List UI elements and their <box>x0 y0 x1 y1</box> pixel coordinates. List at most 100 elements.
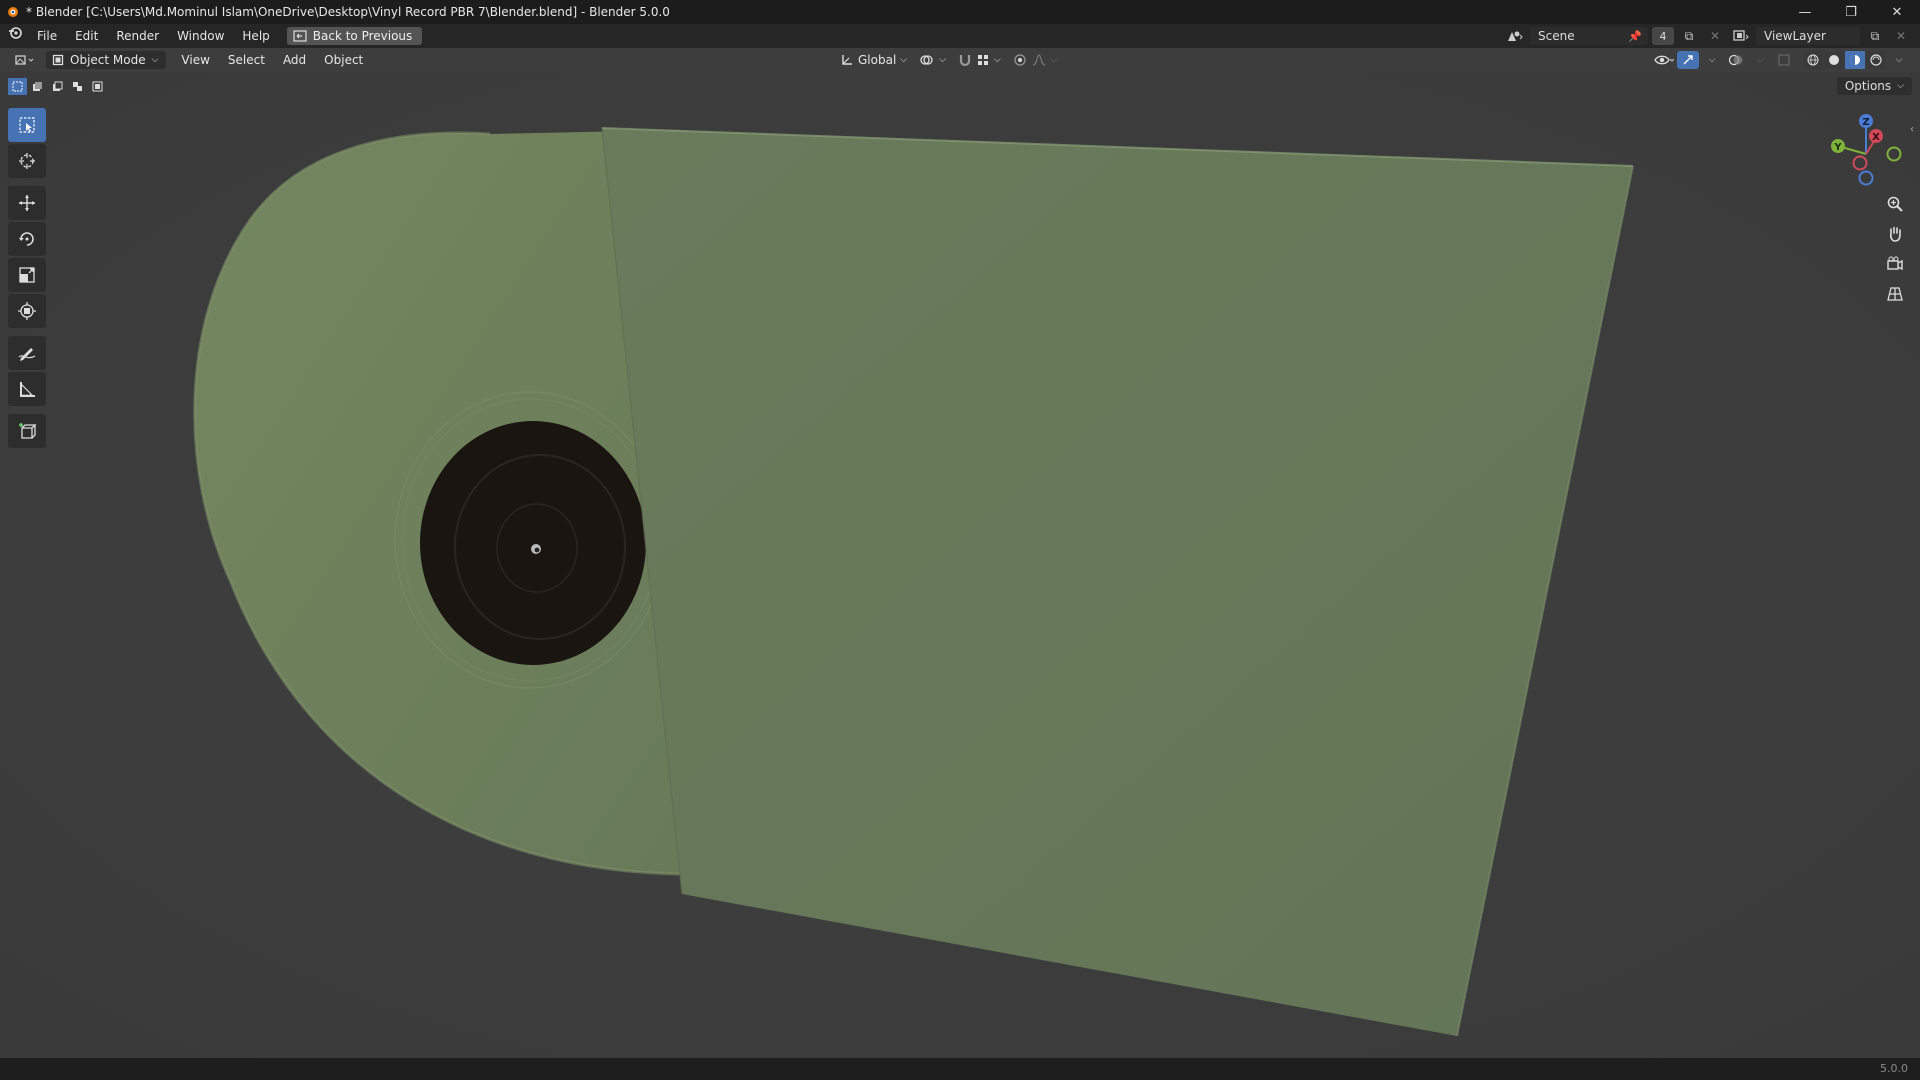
select-new-icon[interactable] <box>8 78 27 95</box>
x-axis-label: X <box>1872 132 1880 143</box>
navigation-gizmo[interactable]: Z Y X <box>1820 110 1912 190</box>
menu-window[interactable]: Window <box>168 24 233 48</box>
magnet-icon <box>959 55 971 67</box>
options-label: Options <box>1844 79 1892 93</box>
visibility-eye-icon[interactable] <box>1653 51 1675 69</box>
close-icon[interactable]: ✕ <box>1874 0 1920 24</box>
pivot-point-dropdown[interactable]: ⌵ <box>915 51 950 69</box>
select-invert-icon[interactable] <box>68 78 87 95</box>
restore-icon[interactable]: ❐ <box>1828 0 1874 24</box>
transform-controls: Global ⌵ ⌵ ⌵ ⌵ <box>836 48 1062 72</box>
chevron-down-icon: ⌵ <box>993 55 1001 65</box>
object-mode-icon <box>52 54 64 66</box>
rendered-shading-icon[interactable] <box>1866 51 1886 69</box>
chevron-down-icon[interactable]: ⌵ <box>1888 51 1910 69</box>
chevron-down-icon[interactable]: ⌵ <box>1701 51 1723 69</box>
y-axis-label: Y <box>1833 142 1842 153</box>
blender-logo-icon <box>4 4 20 20</box>
xray-toggle-icon[interactable] <box>1773 51 1795 69</box>
shading-mode-group <box>1803 51 1886 69</box>
viewport-display-controls: ⌵ ⌵ ⌵ <box>1653 48 1910 72</box>
menu-edit[interactable]: Edit <box>66 24 107 48</box>
options-dropdown[interactable]: Options ⌵ <box>1836 77 1912 95</box>
chevron-left-icon[interactable]: ‹ <box>1910 124 1914 135</box>
menu-render[interactable]: Render <box>107 24 168 48</box>
rotate-tool-icon[interactable] <box>8 222 46 256</box>
scene-field[interactable]: Scene 📌 <box>1530 27 1648 45</box>
pivot-icon <box>920 55 933 65</box>
chevron-down-icon: ⌵ <box>900 55 908 65</box>
gizmo-toggle-icon[interactable] <box>1677 51 1699 69</box>
neg-x-axis-handle <box>1852 155 1868 171</box>
pan-hand-icon[interactable] <box>1882 222 1908 246</box>
select-box-tool-icon[interactable] <box>8 108 46 142</box>
delete-scene-icon[interactable]: ✕ <box>1704 27 1726 45</box>
mode-label: Object Mode <box>70 53 146 67</box>
menu-file[interactable]: File <box>28 24 66 48</box>
viewport-menu-view[interactable]: View <box>172 53 218 67</box>
perspective-toggle-icon[interactable] <box>1882 282 1908 306</box>
scene-users-count: 4 <box>1652 27 1674 45</box>
chevron-down-icon: ⌵ <box>939 55 946 65</box>
wireframe-shading-icon[interactable] <box>1803 51 1823 69</box>
falloff-curve-icon <box>1032 54 1045 66</box>
back-to-previous-button[interactable]: Back to Previous <box>286 27 423 45</box>
chevron-down-icon[interactable]: ⌵ <box>1749 51 1771 69</box>
scene-selector-icon[interactable] <box>1504 27 1526 45</box>
new-scene-icon[interactable]: ⧉ <box>1678 27 1700 45</box>
zoom-icon[interactable] <box>1882 192 1908 216</box>
status-bar: 5.0.0 <box>0 1058 1920 1080</box>
window-title: * Blender [C:\Users\Md.Mominul Islam\One… <box>26 5 670 19</box>
record-sleeve[interactable] <box>601 127 1634 1037</box>
select-extend-icon[interactable] <box>28 78 47 95</box>
annotate-tool-icon[interactable] <box>8 336 46 370</box>
scale-tool-icon[interactable] <box>8 258 46 292</box>
tool-shelf <box>8 108 46 450</box>
transform-tool-icon[interactable] <box>8 294 46 328</box>
neg-y-axis-handle <box>1886 146 1902 162</box>
snap-toggle[interactable]: ⌵ <box>954 51 1005 69</box>
record-label <box>420 421 646 665</box>
view-layer-selector-icon[interactable] <box>1730 27 1752 45</box>
viewport-menu-object[interactable]: Object <box>315 53 372 67</box>
cursor-tool-icon[interactable] <box>8 144 46 178</box>
orientation-icon <box>842 55 852 65</box>
3d-viewport[interactable] <box>0 72 1920 1058</box>
chevron-down-icon: ⌵ <box>1897 81 1904 91</box>
camera-view-icon[interactable] <box>1882 252 1908 276</box>
move-tool-icon[interactable] <box>8 186 46 220</box>
orientation-label: Global <box>858 53 897 67</box>
scene-name: Scene <box>1538 29 1575 43</box>
select-subtract-icon[interactable] <box>48 78 67 95</box>
version-label: 5.0.0 <box>1880 1062 1908 1075</box>
view-layer-field[interactable]: ViewLayer <box>1756 27 1860 45</box>
mode-selector[interactable]: Object Mode ⌵ <box>46 51 167 69</box>
fullscreen-back-icon <box>293 30 307 42</box>
z-axis-label: Z <box>1862 117 1869 128</box>
select-intersect-icon[interactable] <box>88 78 107 95</box>
overlays-toggle-icon[interactable] <box>1725 51 1747 69</box>
add-cube-tool-icon[interactable] <box>8 414 46 448</box>
viewport-menu-add[interactable]: Add <box>274 53 315 67</box>
top-bar: File Edit Render Window Help Back to Pre… <box>0 24 1920 48</box>
blender-menu-icon[interactable] <box>0 24 28 48</box>
solid-shading-icon[interactable] <box>1824 51 1844 69</box>
proportional-editing-toggle[interactable]: ⌵ <box>1009 51 1062 69</box>
viewport-menu-select[interactable]: Select <box>219 53 274 67</box>
viewport-header: Object Mode ⌵ View Select Add Object Glo… <box>0 48 1920 72</box>
navigation-buttons <box>1882 192 1908 306</box>
selection-mode-buttons <box>8 78 107 95</box>
menu-help[interactable]: Help <box>233 24 278 48</box>
chevron-down-icon: ⌵ <box>1050 55 1058 65</box>
minimize-icon[interactable]: — <box>1782 0 1828 24</box>
editor-type-icon[interactable] <box>10 51 40 69</box>
viewport-canvas <box>0 72 1920 1058</box>
measure-tool-icon[interactable] <box>8 372 46 406</box>
pin-icon[interactable]: 📌 <box>1628 30 1642 43</box>
material-preview-shading-icon[interactable] <box>1845 51 1865 69</box>
new-view-layer-icon[interactable]: ⧉ <box>1864 27 1886 45</box>
snap-grid-icon <box>977 55 988 65</box>
transform-orientation-dropdown[interactable]: Global ⌵ <box>836 51 911 69</box>
back-to-previous-label: Back to Previous <box>312 29 413 43</box>
delete-view-layer-icon[interactable]: ✕ <box>1890 27 1912 45</box>
